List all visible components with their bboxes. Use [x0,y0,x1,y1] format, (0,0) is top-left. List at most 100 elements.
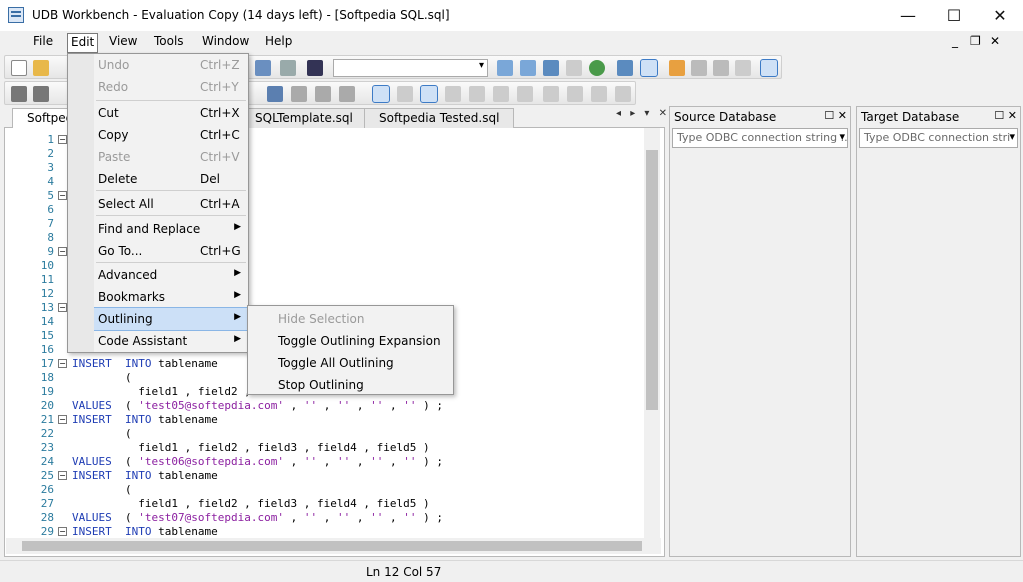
fold-toggle-icon[interactable]: − [58,359,67,368]
layout-icon[interactable] [543,86,559,102]
split-icon[interactable] [567,86,583,102]
code-line[interactable]: VALUES ( 'test06@softepdia.com' , '' , '… [72,455,443,469]
line-number: 11 [40,273,54,286]
app-icon[interactable] [8,7,24,23]
menu-item-bookmarks[interactable]: Bookmarks ▶ [69,286,247,308]
menu-item-code-assistant[interactable]: Code Assistant ▶ [69,330,247,352]
find-icon[interactable] [307,60,323,76]
save-icon[interactable] [255,60,271,76]
menu-item-outlining[interactable]: Outlining ▶ [68,307,248,331]
fold-toggle-icon[interactable]: − [58,471,67,480]
fold-toggle-icon[interactable]: − [58,135,67,144]
code-line[interactable]: ( [72,427,132,441]
submenu-item-hide-selection[interactable]: Hide Selection [249,308,454,330]
more-icon[interactable] [615,86,631,102]
code-line[interactable]: field1 , field2 , field3 , field4 , fiel… [72,497,429,511]
code-line[interactable]: field1 , field2 , field3 , field4 , fiel… [72,441,429,455]
tab-nav-buttons[interactable]: ◂ ▸ ▾ ✕ [616,108,670,119]
sort-asc-icon[interactable] [493,86,509,102]
line-number: 13 [40,301,54,314]
code-line[interactable]: ( [72,483,132,497]
fold-toggle-icon[interactable]: − [58,527,67,536]
submenu-item-toggle-all-outlining[interactable]: Toggle All Outlining [249,352,454,374]
search-combo[interactable] [333,59,488,77]
mdi-close-button[interactable]: ✕ [990,34,1000,48]
menu-item-select-all[interactable]: Select All Ctrl+A [69,193,247,215]
code-line[interactable]: INSERT INTO tablename [72,357,218,371]
menu-tools[interactable]: Tools [151,33,187,53]
new-file-icon[interactable] [11,60,27,76]
column-icon[interactable] [445,86,461,102]
fold-toggle-icon[interactable]: − [58,415,67,424]
menu-item-go-to[interactable]: Go To... Ctrl+G [69,240,247,262]
menu-item-paste[interactable]: 📋PasteCtrl+V [69,146,247,168]
mdi-restore-button[interactable]: ❐ [970,34,981,48]
fold-toggle-icon[interactable]: − [58,191,67,200]
submenu-item-stop-outlining[interactable]: Stop Outlining [249,374,454,396]
menu-view[interactable]: View [106,33,140,53]
menu-item-find-and-replace[interactable]: Find and Replace ▶ [69,218,247,240]
code-line[interactable]: ( [72,371,132,385]
source-connection-input[interactable]: Type ODBC connection string ... [672,128,848,148]
code-line[interactable]: INSERT INTO tablename [72,469,218,483]
table-view-icon[interactable] [640,59,658,77]
menu-help[interactable]: Help [262,33,295,53]
menu-item-delete[interactable]: Delete Del [69,168,247,190]
format-icon[interactable] [33,86,49,102]
fold-toggle-icon[interactable]: − [58,247,67,256]
menu-item-redo[interactable]: ↷RedoCtrl+Y [69,76,247,98]
print-icon[interactable] [280,60,296,76]
code-line[interactable]: VALUES ( 'test05@softepdia.com' , '' , '… [72,399,443,413]
line-number: 21 [40,413,54,426]
source-panel-buttons[interactable]: ☐ ✕ [824,109,847,122]
code-line[interactable]: VALUES ( 'test07@softepdia.com' , '' , '… [72,511,443,525]
merge-icon[interactable] [591,86,607,102]
close-button[interactable]: ✕ [977,0,1023,31]
stop-icon[interactable] [735,60,751,76]
mdi-minimize-button[interactable]: _ [952,34,958,48]
comment-icon[interactable] [267,86,283,102]
minimize-button[interactable]: — [885,0,931,31]
indent-icon[interactable] [11,86,27,102]
menu-separator [96,100,246,101]
sort-desc-icon[interactable] [517,86,533,102]
execute-icon[interactable] [669,60,685,76]
grid-icon[interactable] [566,60,582,76]
list-icon[interactable] [397,86,413,102]
filter-icon[interactable] [420,85,438,103]
next-icon[interactable] [713,60,729,76]
target-connection-input[interactable]: Type ODBC connection stri [859,128,1018,148]
code-line[interactable]: INSERT INTO tablename [72,525,218,538]
menu-window[interactable]: Window [199,33,252,53]
submenu-arrow-icon: ▶ [234,290,241,300]
maximize-button[interactable]: ☐ [931,0,977,31]
target-panel-buttons[interactable]: ☐ ✕ [994,109,1017,122]
menu-item-cut[interactable]: ✂CutCtrl+X [69,102,247,124]
code-line[interactable]: INSERT INTO tablename [72,413,218,427]
submenu-item-toggle-outlining-expansion[interactable]: Toggle Outlining Expansion [249,330,454,352]
bookmark-icon[interactable] [315,86,331,102]
clear-bookmark-icon[interactable] [339,86,355,102]
disconnect-icon[interactable] [520,60,536,76]
menu-file[interactable]: File [30,33,56,53]
horizontal-scroll-thumb[interactable] [22,541,642,551]
sort-icon[interactable] [469,86,485,102]
tab-softpedia-tested[interactable]: Softpedia Tested.sql [364,108,515,128]
tab-sqltemplate[interactable]: SQLTemplate.sql [240,108,368,128]
menu-edit[interactable]: Edit [67,33,99,53]
vertical-scroll-thumb[interactable] [646,150,658,410]
outline-icon[interactable] [372,85,390,103]
step-icon[interactable] [691,60,707,76]
refresh-icon[interactable] [589,60,605,76]
window-icon[interactable] [760,59,778,77]
menu-item-advanced[interactable]: Advanced ▶ [69,264,247,286]
connect-icon[interactable] [497,60,513,76]
uncomment-icon[interactable] [291,86,307,102]
menu-item-undo[interactable]: ↶UndoCtrl+Z [69,54,247,76]
code-line[interactable]: field1 , field2 , f [72,385,264,399]
results-icon[interactable] [543,60,559,76]
open-folder-icon[interactable] [33,60,49,76]
menu-item-copy[interactable]: ❐CopyCtrl+C [69,124,247,146]
export-icon[interactable] [617,60,633,76]
fold-toggle-icon[interactable]: − [58,303,67,312]
